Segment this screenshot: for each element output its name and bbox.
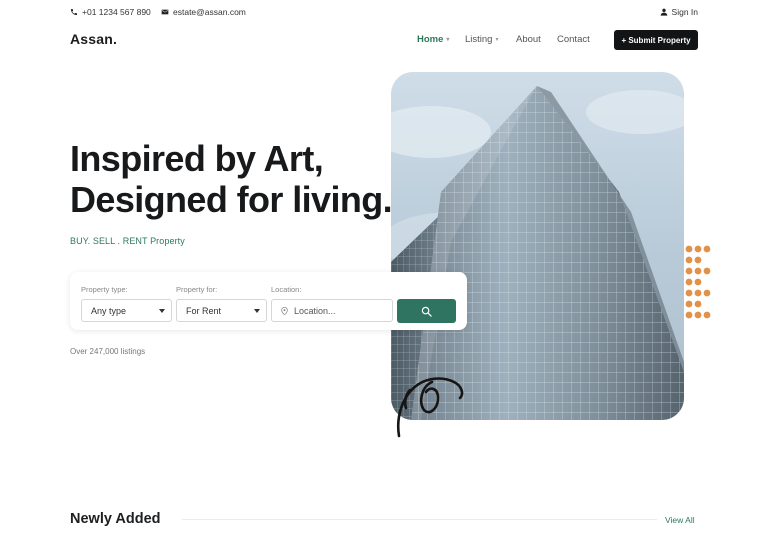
caret-down-icon [254, 309, 260, 313]
nav-item-about[interactable]: About [516, 34, 541, 45]
property-type-select[interactable]: Any type [81, 299, 172, 322]
phone-icon [71, 9, 77, 15]
nav-item-listing-label: Listing [465, 34, 493, 45]
hero-title-line-2: Designed for living. [70, 179, 393, 220]
email-contact[interactable]: estate@assan.com [161, 7, 246, 17]
property-type-value: Any type [91, 305, 127, 316]
property-for-label: Property for: [176, 285, 218, 294]
map-pin-icon [281, 306, 288, 315]
nav-item-listing[interactable]: Listing ▾ [465, 34, 498, 45]
sign-in-label: Sign In [671, 7, 698, 17]
nav-item-home-label: Home [417, 34, 444, 45]
decorative-scribble [396, 377, 464, 438]
view-all-link[interactable]: View All [665, 515, 695, 525]
user-icon [660, 8, 667, 16]
nav-item-contact-label: Contact [557, 34, 590, 45]
mail-icon [161, 9, 169, 15]
hero-title: Inspired by Art, Designed for living. [70, 138, 393, 220]
caret-down-icon [159, 309, 165, 313]
property-search-card: Property type: Any type Property for: Fo… [70, 272, 467, 330]
section-divider [182, 519, 657, 520]
phone-contact[interactable]: +01 1234 567 890 [70, 7, 151, 17]
newly-added-heading: Newly Added [70, 511, 161, 527]
hero-subtitle: BUY. SELL . RENT Property [70, 236, 185, 246]
property-for-value: For Rent [186, 305, 222, 316]
hero-building-image [391, 72, 684, 420]
nav-item-about-label: About [516, 34, 541, 45]
chevron-down-icon: ▾ [446, 37, 450, 43]
submit-property-button[interactable]: + Submit Property [614, 30, 698, 50]
property-type-label: Property type: [81, 285, 128, 294]
nav-item-contact[interactable]: Contact [557, 34, 590, 45]
top-bar: +01 1234 567 890 estate@assan.com Sign I… [70, 7, 698, 19]
location-field[interactable] [271, 299, 393, 322]
chevron-down-icon: ▾ [495, 37, 499, 43]
search-icon [421, 306, 432, 317]
property-for-select[interactable]: For Rent [176, 299, 267, 322]
location-label: Location: [271, 285, 302, 294]
email-address: estate@assan.com [173, 7, 246, 17]
hero-title-line-1: Inspired by Art, [70, 138, 324, 179]
phone-number: +01 1234 567 890 [82, 7, 151, 17]
location-input[interactable] [294, 305, 384, 316]
brand-logo[interactable]: Assan. [70, 31, 117, 47]
listings-count: Over 247,000 listings [70, 347, 146, 356]
nav-item-home[interactable]: Home ▾ [417, 34, 449, 45]
search-button[interactable] [397, 299, 456, 323]
sign-in-link[interactable]: Sign In [660, 7, 698, 17]
decorative-dots [685, 245, 711, 319]
